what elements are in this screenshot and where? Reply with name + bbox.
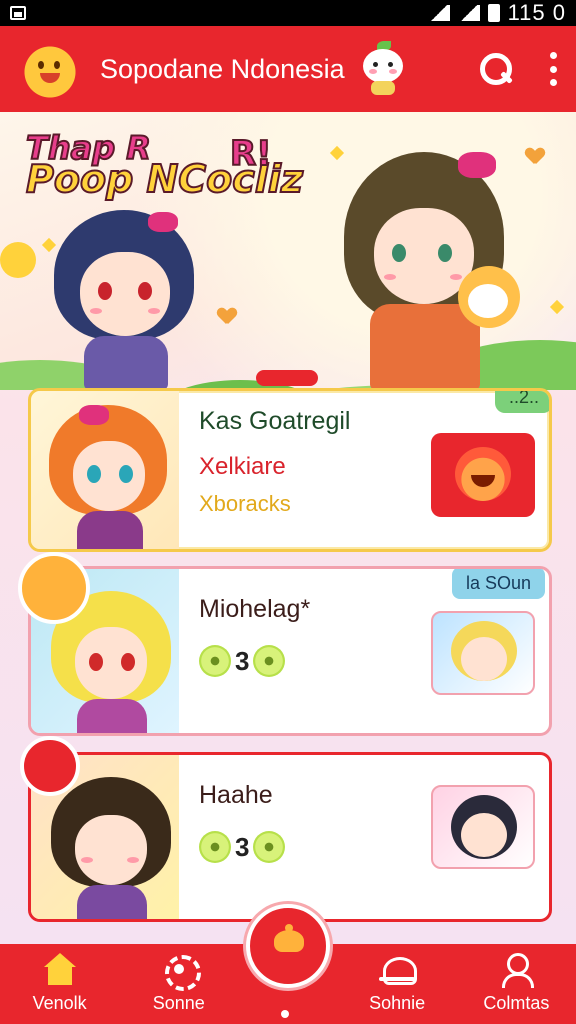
nav-label: Sonne xyxy=(152,993,205,1013)
basket-icon xyxy=(270,924,308,956)
battery-icon xyxy=(487,4,500,22)
flower-icon xyxy=(161,953,201,991)
app-bar: Sopodane Ndonesia xyxy=(0,26,576,112)
card-subtitle-secondary: Xboracks xyxy=(199,491,291,516)
flower-icon xyxy=(253,831,286,863)
status-indicators: 115 0 xyxy=(427,0,566,26)
heart-icon xyxy=(218,308,236,324)
wifi-icon xyxy=(457,5,480,21)
nav-item-home[interactable]: Venolk xyxy=(5,953,115,1014)
content-card[interactable]: Kas Goatregil Xelkiare Xboracks ..2.. xyxy=(28,388,552,552)
heart-badge-icon xyxy=(20,736,80,796)
app-logo[interactable] xyxy=(18,39,82,99)
card-rating: 3 xyxy=(199,645,286,677)
nav-item-sohnie[interactable]: Sohnie xyxy=(342,953,452,1014)
signal-icon xyxy=(427,5,450,21)
flower-icon xyxy=(253,645,286,677)
flower-icon xyxy=(199,831,231,863)
more-options-icon[interactable] xyxy=(548,52,558,86)
card-title: Miohelag* xyxy=(199,595,311,623)
flower-icon xyxy=(199,645,231,677)
tag-icon xyxy=(18,552,90,624)
rating-value: 3 xyxy=(235,831,250,862)
nav-label: Sohnie xyxy=(369,993,426,1013)
content-card[interactable]: Haahe 3 xyxy=(28,752,552,922)
sparkle-icon xyxy=(549,299,565,315)
user-icon xyxy=(498,953,535,988)
center-action-button[interactable] xyxy=(246,904,330,988)
gallery-icon xyxy=(10,6,26,20)
card-thumbnail[interactable] xyxy=(431,433,535,517)
rating-value: 3 xyxy=(235,645,250,676)
content-card[interactable]: Miohelag* 3 la SOun xyxy=(28,566,552,736)
search-icon[interactable] xyxy=(478,51,514,87)
nav-item-profile[interactable]: Colmtas xyxy=(461,953,571,1014)
card-title: Kas Goatregil xyxy=(199,407,351,435)
card-badge: la SOun xyxy=(451,569,545,599)
nav-label: Venolk xyxy=(32,993,87,1013)
mascot-icon xyxy=(357,41,409,97)
nav-item-sonne[interactable]: Sonne xyxy=(124,953,234,1014)
app-title: Sopodane Ndonesia xyxy=(100,53,345,84)
fab-indicator-dot xyxy=(281,1010,289,1018)
hero-banner[interactable]: Thap R Poop NCocliz R! xyxy=(0,112,576,390)
cap-icon xyxy=(379,953,418,987)
hero-pet xyxy=(458,266,520,328)
card-title: Haahe xyxy=(199,781,273,809)
card-character-art xyxy=(31,391,179,549)
card-thumbnail[interactable] xyxy=(431,611,535,695)
hero-character-left xyxy=(50,210,200,390)
card-subtitle: Xelkiare xyxy=(199,453,286,480)
heart-icon xyxy=(526,148,544,164)
card-thumbnail[interactable] xyxy=(431,785,535,869)
carousel-indicator[interactable] xyxy=(256,370,318,386)
nav-label: Colmtas xyxy=(483,993,550,1013)
status-clock: 115 0 xyxy=(507,0,566,25)
sun-icon xyxy=(0,242,36,278)
hero-title-accent: R! xyxy=(229,133,273,175)
card-badge: ..2.. xyxy=(494,391,549,413)
status-bar: 115 0 xyxy=(0,0,576,26)
home-icon xyxy=(42,953,78,987)
card-rating: 3 xyxy=(199,831,286,863)
